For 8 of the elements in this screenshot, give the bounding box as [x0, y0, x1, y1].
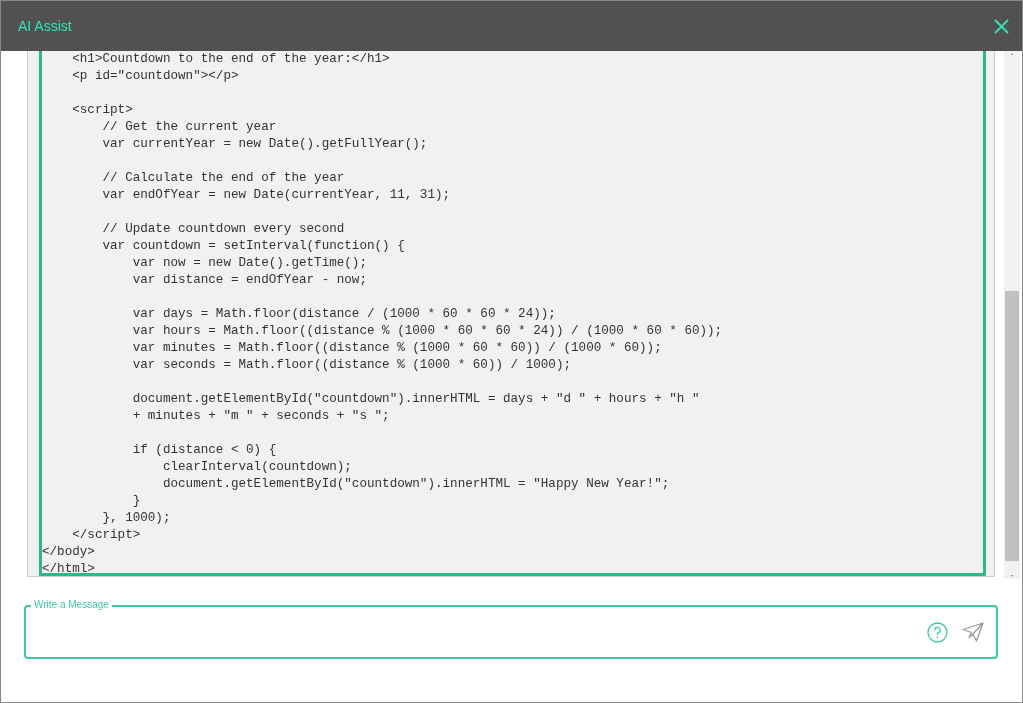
- send-icon: [962, 622, 984, 642]
- help-icon: [927, 621, 948, 643]
- code-block: <h1>Countdown to the end of the year:</h1> <p id="countdown"></p> <script> // Get the current year var currentYear = new Date().getFullYear(); // Calculate the end of the year var endOfYear = new Date(currentYear, 11, 31); // Update countdown every second var countdown = setInterval(function() { var now = new Date().getTime(); var distance = endOfYear - now; var days = Math.floor(distance / (1000 * 60 * 60 * 24)); var hours = Math.floor((distance % (1000 * 60 * 60 * 24)) / (1000 * 60 * 60)); var minutes = Math.floor((distance % (1000 * 60 * 60)) / (1000 * 60)); var seconds = Math.floor((distance % (1000 * 60)) / 1000); document.getElementById("countdown").innerHTML = days + "d " + hours + "h " + minutes + "m " + seconds + "s "; if (distance < 0) { clearInterval(countdown); document.getElementById("countdown").innerHTML = "Happy New Year!"; } }, 1000); </script> </body> </html>: [39, 51, 986, 576]
- help-button[interactable]: [927, 621, 948, 643]
- scrollbar[interactable]: [1004, 51, 1020, 579]
- window-title: AI Assist: [18, 16, 72, 36]
- close-icon: [993, 17, 1010, 35]
- send-button[interactable]: [962, 622, 984, 642]
